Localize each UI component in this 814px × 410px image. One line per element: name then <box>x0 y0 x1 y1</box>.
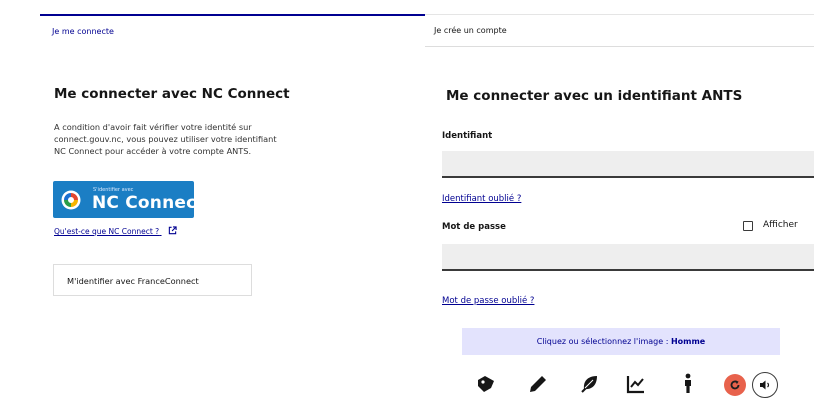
captcha-refresh-button[interactable] <box>724 374 746 396</box>
forgot-password-link[interactable]: Mot de passe oublié ? <box>442 296 534 306</box>
tab-login-label: Je me connecte <box>52 27 114 36</box>
tag-icon[interactable] <box>474 372 498 396</box>
tab-create-label: Je crée un compte <box>434 26 507 35</box>
forgot-identifier-link[interactable]: Identifiant oublié ? <box>442 194 521 204</box>
person-icon[interactable] <box>676 372 700 396</box>
tab-login[interactable]: Je me connecte <box>40 14 425 46</box>
captcha-audio-button[interactable] <box>752 372 778 398</box>
what-is-nc-connect-link[interactable]: Qu'est-ce que NC Connect ? <box>54 226 177 236</box>
what-is-nc-connect-text: Qu'est-ce que NC Connect ? <box>54 227 160 236</box>
refresh-icon <box>730 380 740 390</box>
show-password-checkbox[interactable] <box>743 221 753 231</box>
show-password-label: Afficher <box>763 220 798 230</box>
captcha-prompt-bar[interactable]: Cliquez ou sélectionnez l'image : Homme <box>462 328 780 355</box>
external-link-icon <box>168 226 177 235</box>
captcha-prompt-text: Cliquez ou sélectionnez l'image : <box>536 337 671 346</box>
nc-button-label: NC Connect <box>92 193 205 213</box>
leaf-icon[interactable] <box>578 372 602 396</box>
password-label: Mot de passe <box>442 222 506 232</box>
nc-connect-logo-icon <box>61 190 81 210</box>
nc-connect-description: A condition d'avoir fait vérifier votre … <box>54 121 344 157</box>
description-line-1: A condition d'avoir fait vérifier votre … <box>54 122 252 132</box>
nc-connect-heading: Me connecter avec NC Connect <box>54 86 290 102</box>
speaker-icon <box>760 380 770 390</box>
description-line-3: NC Connect pour accéder à votre compte A… <box>54 146 252 156</box>
captcha-target: Homme <box>670 337 706 346</box>
password-input[interactable] <box>442 244 814 271</box>
tab-create-account[interactable]: Je crée un compte <box>425 14 814 46</box>
captcha-prompt: Cliquez ou sélectionnez l'image : Homme <box>462 337 780 346</box>
franceconnect-button[interactable]: M'identifier avec FranceConnect <box>53 264 252 296</box>
tab-divider <box>425 46 814 47</box>
identifier-label: Identifiant <box>442 131 493 141</box>
pen-icon[interactable] <box>526 372 550 396</box>
description-line-2: connect.gouv.nc, vous pouvez utiliser vo… <box>54 134 277 144</box>
chart-icon[interactable] <box>624 372 648 396</box>
nc-connect-button[interactable]: S'identifier avec NC Connect <box>53 181 205 218</box>
franceconnect-label: M'identifier avec FranceConnect <box>67 276 199 286</box>
identifier-input[interactable] <box>442 151 814 178</box>
ants-login-heading: Me connecter avec un identifiant ANTS <box>446 88 743 104</box>
